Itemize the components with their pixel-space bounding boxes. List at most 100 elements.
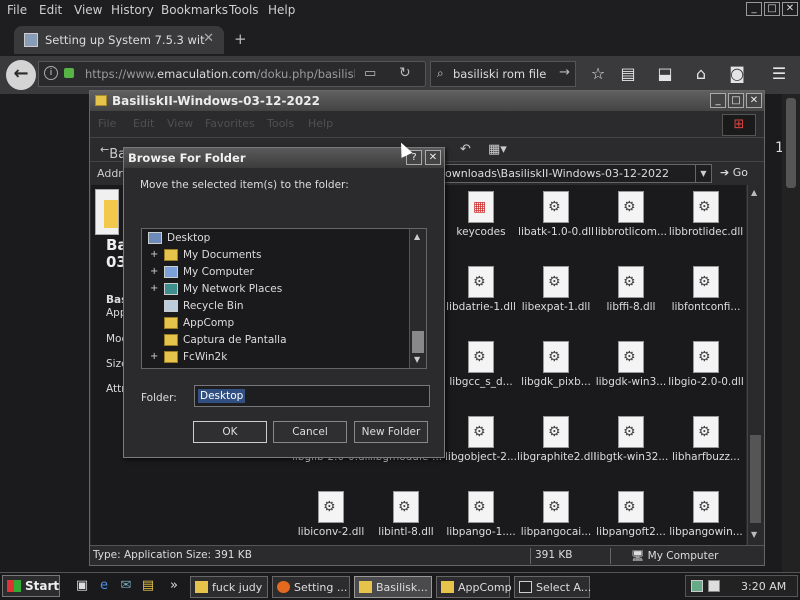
go-button[interactable]: ➔ Go [720,166,748,179]
file-item[interactable]: libiconv-2.dll [292,491,370,538]
explorer-menu-tools[interactable]: Tools [267,117,294,130]
reload-icon[interactable]: ↻ [399,65,411,81]
dialog-titlebar[interactable]: Browse For Folder ? ✕ [124,148,444,168]
tree-item-captura-de-pantalla[interactable]: Captura de Pantalla [150,333,400,350]
taskbar-item[interactable]: AppComp [436,576,512,598]
file-item[interactable]: libgio-2.0-0.dll [667,341,745,388]
scroll-down-icon[interactable]: ▼ [751,530,757,539]
file-grid-scrollbar[interactable]: ▲ ▼ [747,185,763,545]
ok-button[interactable]: OK [193,421,267,443]
outlook-icon[interactable]: ✉ [118,578,134,594]
expand-icon[interactable]: + [150,283,160,294]
hamburger-menu-icon[interactable]: ☰ [768,63,790,85]
tree-scroll-thumb[interactable] [412,331,424,353]
undo-icon[interactable]: ↶ [460,142,471,157]
quicklaunch-overflow-icon[interactable]: » [166,578,182,594]
expand-icon[interactable]: + [150,351,160,362]
menu-history[interactable]: History [111,3,154,17]
tree-item-desktop[interactable]: Desktop [145,231,405,248]
explorer-minimize-button[interactable]: _ [710,93,726,108]
page-scroll-thumb[interactable] [786,98,796,188]
menu-edit[interactable]: Edit [39,3,62,17]
url-text[interactable]: https://www.emaculation.com/doku.php/bas… [85,67,355,81]
file-item[interactable]: libpangoft2... [592,491,670,538]
file-item[interactable]: libexpat-1.dll [517,266,595,313]
file-item[interactable]: libpangocai... [517,491,595,538]
menu-file[interactable]: File [7,3,27,17]
taskbar-item[interactable]: Select A... [514,576,591,598]
url-bar[interactable]: i https://www.emaculation.com/doku.php/b… [38,61,426,87]
address-field[interactable]: ownloads\BasiliskII-Windows-03-12-2022 ▼ [440,164,712,183]
downloads-icon[interactable]: ⬓ [654,63,676,85]
explorer-menu-view[interactable]: View [167,117,193,130]
file-item[interactable]: libgobject-2... [442,416,520,463]
explorer-menu-help[interactable]: Help [308,117,333,130]
explorer-menu-favorites[interactable]: Favorites [205,117,255,130]
taskbar-item-active[interactable]: Basilisk... [354,576,432,598]
clock[interactable]: 3:20 AM [741,580,786,593]
file-item[interactable]: libbrotlicom... [592,191,670,238]
file-item[interactable]: libgraphite2.dll [517,416,596,463]
scroll-up-icon[interactable]: ▲ [751,188,757,197]
tab-close-icon[interactable]: ✕ [203,31,214,46]
reading-list-icon[interactable]: ▤ [617,63,639,85]
folder-tree[interactable]: Desktop + My Documents + My Computer + M… [141,228,427,369]
file-item[interactable]: libpango-1.... [442,491,520,538]
expand-icon[interactable]: + [150,266,160,277]
tree-item-my-computer[interactable]: + My Computer [150,265,400,282]
file-item[interactable]: keycodes [442,191,520,238]
file-item[interactable]: libintl-8.dll [367,491,445,538]
show-desktop-icon[interactable]: ▣ [74,578,90,594]
tree-scrollbar[interactable]: ▲ ▼ [409,229,426,368]
cancel-button[interactable]: Cancel [273,421,347,443]
pocket-icon[interactable]: ◙ [726,63,748,85]
maximize-button[interactable]: □ [764,2,780,16]
back-button[interactable]: ← Ba [100,143,126,162]
tree-item-appcomp[interactable]: AppComp [150,316,400,333]
search-go-icon[interactable]: → [559,65,570,80]
scroll-up-icon[interactable]: ▲ [414,232,420,241]
explorer-menu-file[interactable]: File [98,117,116,130]
taskbar-item[interactable]: fuck judy [190,576,268,598]
expand-icon[interactable]: + [150,249,160,260]
file-item[interactable]: libgdk_pixb... [517,341,595,388]
close-window-button[interactable]: ✕ [782,2,798,16]
tree-item-my-network-places[interactable]: + My Network Places [150,282,400,299]
volume-tray-icon[interactable] [708,580,720,592]
explorer-maximize-button[interactable]: □ [728,93,744,108]
start-button[interactable]: Start [2,575,60,597]
dialog-close-button[interactable]: ✕ [425,150,441,165]
taskbar-item[interactable]: Setting ... [272,576,350,598]
file-item[interactable]: libgdk-win3... [592,341,670,388]
file-item[interactable]: libgtk-win32... [592,416,670,463]
menu-help[interactable]: Help [268,3,295,17]
file-item[interactable]: libbrotlidec.dll [667,191,745,238]
network-tray-icon[interactable] [691,580,703,592]
menu-view[interactable]: View [74,3,102,17]
menu-tools[interactable]: Tools [229,3,259,17]
search-input[interactable]: basiliski rom file [453,67,546,81]
minimize-button[interactable]: _ [746,2,762,16]
file-item[interactable]: libharfbuzz... [667,416,745,463]
file-item[interactable]: libatk-1.0-0.dll [517,191,595,238]
reader-view-icon[interactable]: ▭ [364,66,376,81]
internet-explorer-icon[interactable]: e [96,578,112,594]
explorer-close-button[interactable]: ✕ [746,93,762,108]
page-scrollbar[interactable] [782,94,800,572]
info-icon[interactable]: i [44,66,58,80]
explorer-icon[interactable]: ▤ [140,578,156,594]
tree-item-fcwin2k[interactable]: + FcWin2k [150,350,400,367]
new-folder-button[interactable]: New Folder [354,421,428,443]
file-item[interactable]: libpangowin... [667,491,745,538]
file-item[interactable]: libfontconfi... [667,266,745,313]
folder-input[interactable]: Desktop [194,385,430,407]
views-icon[interactable]: ▦▾ [488,142,507,157]
chevron-down-icon[interactable]: ▼ [695,165,711,182]
file-grid-scroll-thumb[interactable] [750,435,761,523]
home-icon[interactable]: ⌂ [690,63,712,85]
tree-item-my-documents[interactable]: + My Documents [150,248,400,265]
scroll-down-icon[interactable]: ▼ [414,355,420,364]
bookmark-star-icon[interactable]: ☆ [587,63,609,85]
new-tab-button[interactable]: + [234,30,247,48]
tab-active[interactable]: Setting up System 7.5.3 with ... ✕ [14,26,224,54]
